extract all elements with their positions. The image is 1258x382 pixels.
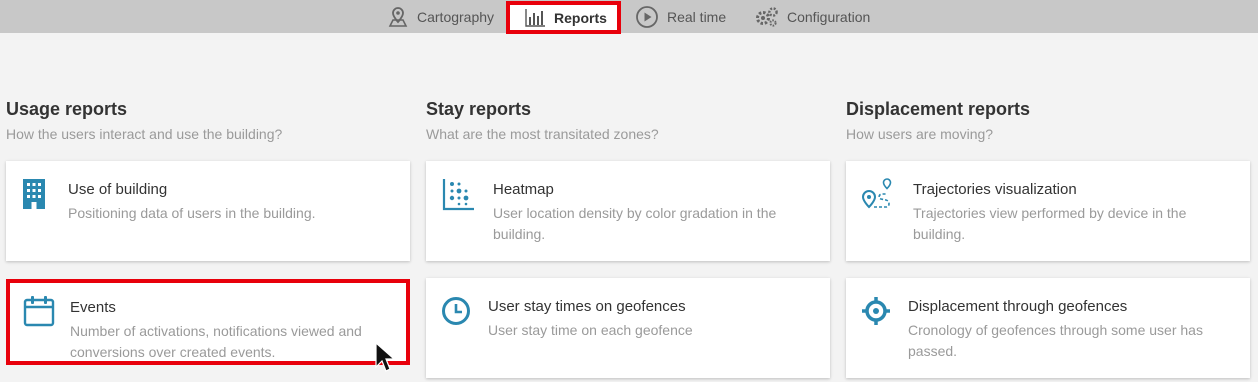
card-title: Events [70, 299, 116, 316]
card-use-of-building[interactable]: Use of building Positioning data of user… [6, 161, 410, 261]
card-description: Cronology of geofences through some user… [908, 322, 1203, 359]
card-description: User stay time on each geofence [488, 322, 693, 338]
card-events[interactable]: Events Number of activations, notificati… [6, 279, 410, 365]
card-description: Trajectories view performed by device in… [913, 205, 1187, 242]
trajectory-icon [860, 177, 892, 211]
card-description: User location density by color gradation… [493, 205, 777, 242]
crosshair-icon [860, 294, 892, 328]
map-pin-icon [387, 6, 409, 28]
card-trajectories-visualization[interactable]: Trajectories visualization Trajectories … [846, 161, 1250, 261]
clock-icon [440, 294, 472, 328]
nav-tab-label: Real time [667, 8, 727, 25]
nav-tab-configuration[interactable]: Configuration [755, 0, 870, 33]
gears-icon [755, 6, 779, 28]
section-subtitle-displacement: How users are moving? [846, 126, 994, 142]
nav-tab-label: Reports [554, 9, 607, 26]
card-title: Trajectories visualization [913, 181, 1077, 198]
heatmap-icon [442, 177, 474, 211]
nav-tab-reports[interactable]: Reports [506, 1, 621, 34]
nav-tab-label: Configuration [787, 8, 871, 25]
card-heatmap[interactable]: Heatmap User location density by color g… [426, 161, 830, 261]
card-title: User stay times on geofences [488, 298, 686, 315]
card-description: Number of activations, notifications vie… [70, 323, 362, 360]
section-subtitle-usage: How the users interact and use the build… [6, 126, 283, 142]
section-subtitle-stay: What are the most transitated zones? [426, 126, 659, 142]
bar-chart-icon [524, 8, 546, 28]
card-description: Positioning data of users in the buildin… [68, 205, 316, 221]
card-displacement-through-geofences[interactable]: Displacement through geofences Cronology… [846, 278, 1250, 378]
section-title-displacement: Displacement reports [846, 99, 1031, 119]
card-user-stay-times[interactable]: User stay times on geofences User stay t… [426, 278, 830, 378]
card-title: Use of building [68, 181, 168, 198]
nav-tab-label: Cartography [417, 8, 495, 25]
card-title: Displacement through geofences [908, 298, 1128, 315]
nav-tab-cartography[interactable]: Cartography [387, 0, 494, 33]
play-circle-icon [635, 5, 659, 29]
mouse-cursor-icon [375, 342, 393, 372]
calendar-icon [22, 294, 55, 328]
nav-tab-real-time[interactable]: Real time [635, 0, 726, 33]
building-icon [20, 177, 52, 211]
section-title-stay: Stay reports [426, 99, 532, 119]
section-title-usage: Usage reports [6, 99, 128, 119]
top-navigation-bar: Cartography Reports Real time Configurat… [0, 0, 1258, 34]
card-title: Heatmap [493, 181, 554, 198]
